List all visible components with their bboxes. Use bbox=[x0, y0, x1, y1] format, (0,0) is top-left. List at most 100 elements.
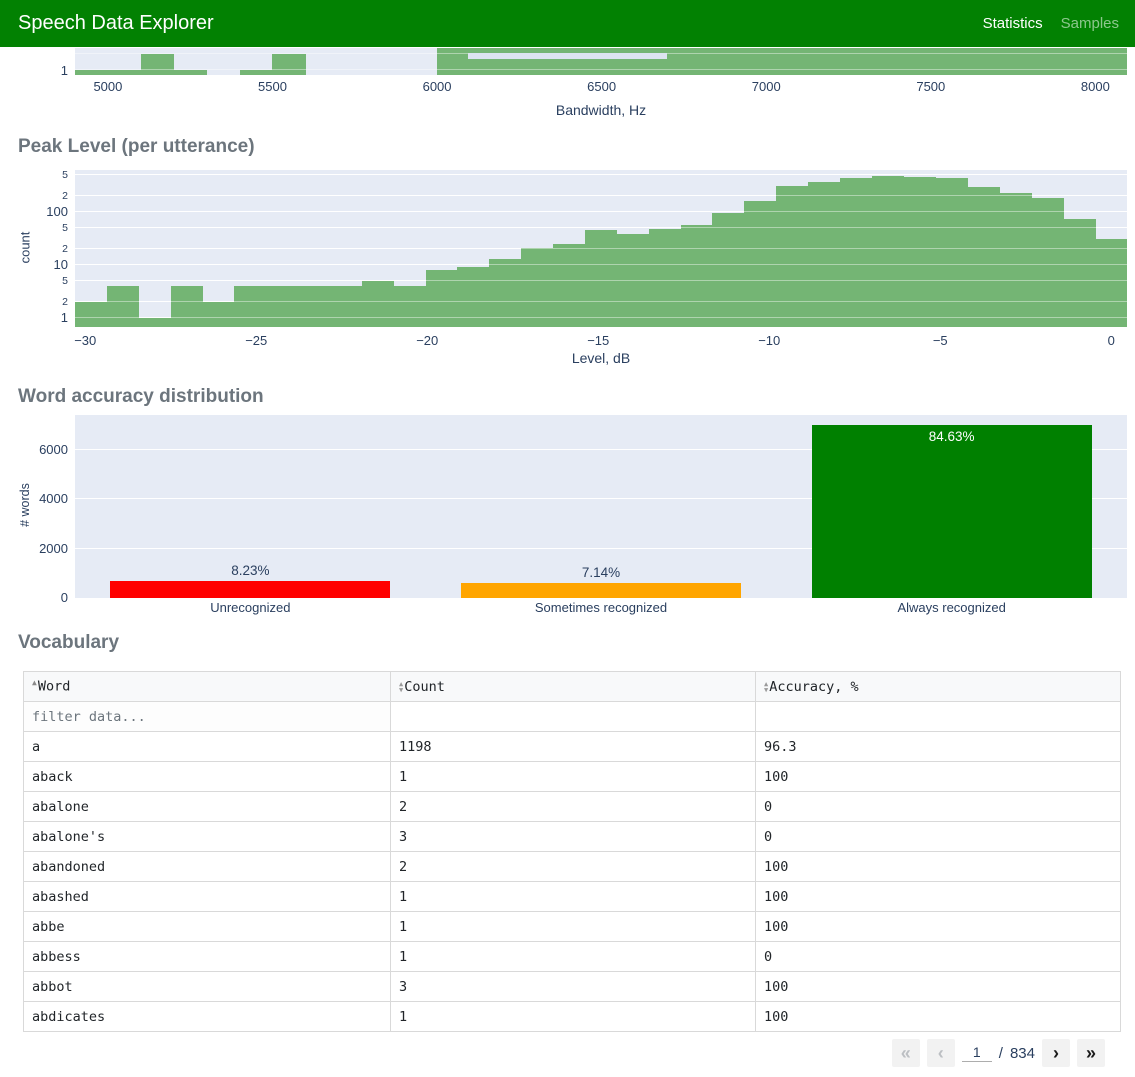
table-row: abandoned 2 100 bbox=[23, 851, 1121, 882]
y-tick-label: 4000 bbox=[39, 491, 68, 507]
app-title: Speech Data Explorer bbox=[18, 12, 214, 34]
table-row: abalone 2 0 bbox=[23, 791, 1121, 822]
x-axis-title: Level, dB bbox=[571, 350, 631, 366]
app-header: Speech Data Explorer Statistics Samples bbox=[0, 0, 1135, 47]
accuracy-cell: 0 bbox=[755, 941, 1121, 972]
filter-cell-count[interactable] bbox=[390, 701, 756, 732]
histogram-bar bbox=[930, 48, 965, 75]
gridline bbox=[75, 226, 1127, 228]
nav-statistics[interactable]: Statistics bbox=[983, 15, 1043, 32]
x-tick-label: 6500 bbox=[587, 79, 617, 94]
y-tick-label: 2 bbox=[62, 295, 68, 308]
sort-icon: ▲ ▼ bbox=[399, 679, 404, 694]
histogram-bar bbox=[799, 48, 833, 75]
table-row: abbe 1 100 bbox=[23, 911, 1121, 942]
previous-page-button[interactable]: ‹ bbox=[926, 1039, 955, 1067]
histogram-bar bbox=[903, 177, 937, 327]
y-tick-label: 5 bbox=[62, 168, 68, 181]
table-row: a 1198 96.3 bbox=[23, 731, 1121, 762]
x-category-label: Sometimes recognized bbox=[534, 600, 668, 615]
histogram-bar bbox=[329, 285, 363, 327]
speech-data-explorer-page: Speech Data Explorer Statistics Samples … bbox=[0, 0, 1135, 1077]
histogram-bar bbox=[1095, 48, 1127, 75]
histogram-bar bbox=[239, 70, 274, 75]
histogram-bar bbox=[266, 285, 299, 327]
histogram-bar bbox=[393, 285, 427, 327]
histogram-bar bbox=[996, 48, 1031, 75]
x-tick-label: −15 bbox=[587, 333, 610, 348]
table-header-row: ▲Word ▲ ▼ Count ▲ ▼ Accuracy, % bbox=[23, 671, 1121, 702]
column-header-word[interactable]: ▲Word bbox=[23, 671, 391, 702]
count-cell: 2 bbox=[390, 851, 756, 882]
sort-ascending-icon: ▲ bbox=[32, 678, 37, 688]
histogram-bar bbox=[897, 48, 932, 75]
accuracy-cell: 100 bbox=[755, 971, 1121, 1002]
histogram-bar bbox=[712, 212, 745, 327]
histogram-bar bbox=[1063, 219, 1096, 327]
top-nav: Statistics Samples bbox=[983, 15, 1119, 32]
histogram-bar bbox=[832, 48, 866, 75]
column-header-count[interactable]: ▲ ▼ Count bbox=[390, 671, 756, 702]
histogram-bar bbox=[839, 178, 873, 327]
histogram-bar bbox=[766, 48, 800, 75]
pagination: « ‹ 1 / 834 › » bbox=[891, 1039, 1105, 1067]
y-tick-label: 100 bbox=[46, 203, 68, 219]
filter-input[interactable]: filter data... bbox=[23, 701, 391, 732]
word-accuracy-title: Word accuracy distribution bbox=[18, 386, 264, 407]
y-tick-label: 5 bbox=[62, 221, 68, 234]
histogram-bar bbox=[234, 285, 267, 327]
count-cell: 1198 bbox=[390, 731, 756, 762]
table-row: abdicates 1 100 bbox=[23, 1001, 1121, 1032]
x-axis-title: Bandwidth, Hz bbox=[555, 102, 647, 118]
histogram-bar bbox=[553, 243, 586, 327]
word-cell: abbot bbox=[23, 971, 391, 1002]
column-label: Accuracy, % bbox=[769, 678, 859, 695]
histogram-bar bbox=[521, 247, 554, 327]
histogram-bar bbox=[1062, 48, 1096, 75]
table-row: abbot 3 100 bbox=[23, 971, 1121, 1002]
gridline bbox=[75, 210, 1127, 212]
next-page-button[interactable]: › bbox=[1042, 1039, 1070, 1067]
histogram-bar bbox=[733, 48, 767, 75]
accuracy-cell: 100 bbox=[755, 851, 1121, 882]
histogram-bar bbox=[202, 301, 235, 327]
sort-icon: ▲ ▼ bbox=[764, 679, 769, 694]
x-tick-label: −10 bbox=[758, 333, 781, 348]
x-tick-label: 7000 bbox=[751, 79, 781, 94]
gridline bbox=[75, 173, 1127, 175]
peak-level-plot-area[interactable] bbox=[75, 170, 1127, 327]
filter-cell-accuracy[interactable] bbox=[755, 701, 1121, 732]
column-header-accuracy[interactable]: ▲ ▼ Accuracy, % bbox=[755, 671, 1121, 702]
vocabulary-table: ▲Word ▲ ▼ Count ▲ ▼ Accuracy, % filter data.… bbox=[23, 671, 1121, 1032]
histogram-bar bbox=[680, 225, 714, 327]
histogram-bar bbox=[808, 181, 841, 327]
gridline bbox=[75, 316, 1127, 318]
histogram-bar bbox=[170, 285, 204, 327]
table-row: aback 1 100 bbox=[23, 761, 1121, 792]
x-category-label: Unrecognized bbox=[210, 600, 291, 615]
y-tick-label: 0 bbox=[60, 590, 68, 605]
bandwidth-plot-area[interactable] bbox=[75, 48, 1127, 75]
histogram-bar bbox=[298, 285, 331, 327]
accuracy-bar bbox=[811, 424, 1092, 598]
histogram-bar bbox=[425, 269, 459, 327]
page-number-input[interactable]: 1 bbox=[961, 1044, 992, 1062]
x-tick-label: −20 bbox=[416, 333, 439, 348]
count-cell: 1 bbox=[390, 911, 756, 942]
histogram-bar bbox=[272, 54, 306, 75]
accuracy-bar bbox=[110, 581, 391, 598]
nav-samples[interactable]: Samples bbox=[1061, 15, 1119, 32]
y-tick-label: 2 bbox=[62, 189, 68, 202]
count-cell: 1 bbox=[390, 1001, 756, 1032]
histogram-bar bbox=[935, 178, 969, 327]
x-tick-label: −30 bbox=[74, 333, 97, 348]
y-tick-label: 5 bbox=[62, 274, 68, 287]
count-cell: 1 bbox=[390, 881, 756, 912]
word-cell: abalone's bbox=[23, 821, 391, 852]
chart-artifact-band bbox=[468, 52, 668, 59]
last-page-button[interactable]: » bbox=[1077, 1039, 1105, 1067]
first-page-button[interactable]: « bbox=[891, 1039, 920, 1067]
histogram-bar bbox=[963, 48, 998, 75]
x-tick-label: 7500 bbox=[916, 79, 946, 94]
histogram-bar bbox=[700, 48, 734, 75]
